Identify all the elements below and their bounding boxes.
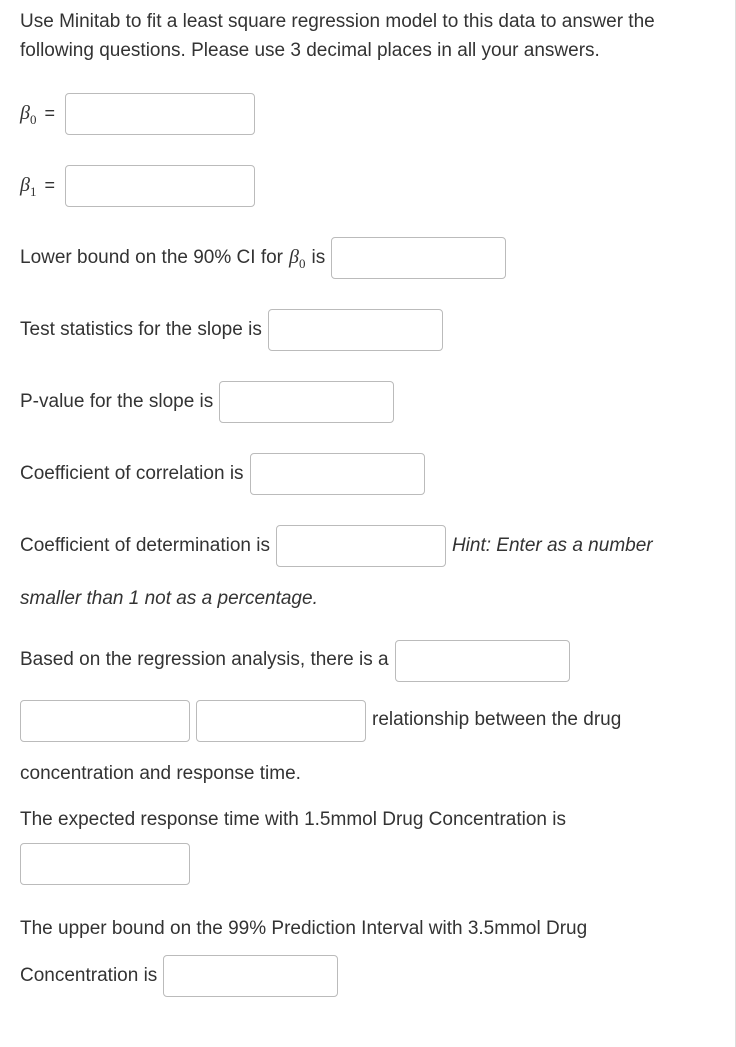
rel-mid: relationship between the drug xyxy=(372,706,621,735)
rel-input1[interactable] xyxy=(395,640,570,682)
rel-pre: Based on the regression analysis, there … xyxy=(20,646,389,675)
beta0-symbol: β0= xyxy=(20,98,59,130)
det-hint2: smaller than 1 not as a percentage. xyxy=(20,585,318,614)
rel-input2[interactable] xyxy=(20,700,190,742)
beta1-row: β1= xyxy=(20,165,715,207)
question-form: Use Minitab to fit a least square regres… xyxy=(0,0,736,1047)
upper-input[interactable] xyxy=(163,955,338,997)
expected-label: The expected response time with 1.5mmol … xyxy=(20,806,566,835)
det-input[interactable] xyxy=(276,525,446,567)
lowerbound-row: Lower bound on the 90% CI for β0 is xyxy=(20,237,715,279)
beta1-symbol: β1= xyxy=(20,170,59,202)
det-hint2-row: smaller than 1 not as a percentage. xyxy=(20,585,715,614)
rel-input3[interactable] xyxy=(196,700,366,742)
lowerbound-beta0: β0 xyxy=(289,242,305,274)
rel-post: concentration and response time. xyxy=(20,760,301,789)
det-hint: Hint: Enter as a number xyxy=(452,532,653,561)
upper-row1: The upper bound on the 99% Prediction In… xyxy=(20,915,715,944)
det-row: Coefficient of determination is Hint: En… xyxy=(20,525,715,567)
rel-row2: relationship between the drug xyxy=(20,700,715,742)
beta0-row: β0= xyxy=(20,93,715,135)
expected-input[interactable] xyxy=(20,843,190,885)
pvalue-label: P-value for the slope is xyxy=(20,388,213,417)
rel-row3: concentration and response time. xyxy=(20,760,715,789)
corr-label: Coefficient of correlation is xyxy=(20,460,244,489)
pvalue-row: P-value for the slope is xyxy=(20,381,715,423)
lowerbound-label-post: is xyxy=(311,244,325,273)
intro-text: Use Minitab to fit a least square regres… xyxy=(20,8,715,65)
teststat-label: Test statistics for the slope is xyxy=(20,316,262,345)
upper-pre: The upper bound on the 99% Prediction In… xyxy=(20,915,587,944)
upper-post: Concentration is xyxy=(20,962,157,991)
lowerbound-label-pre: Lower bound on the 90% CI for xyxy=(20,244,283,273)
teststat-input[interactable] xyxy=(268,309,443,351)
corr-input[interactable] xyxy=(250,453,425,495)
beta0-input[interactable] xyxy=(65,93,255,135)
rel-row1: Based on the regression analysis, there … xyxy=(20,640,715,682)
pvalue-input[interactable] xyxy=(219,381,394,423)
det-label: Coefficient of determination is xyxy=(20,532,270,561)
expected-input-row xyxy=(20,843,715,885)
teststat-row: Test statistics for the slope is xyxy=(20,309,715,351)
corr-row: Coefficient of correlation is xyxy=(20,453,715,495)
upper-row2: Concentration is xyxy=(20,955,715,997)
beta1-input[interactable] xyxy=(65,165,255,207)
lowerbound-input[interactable] xyxy=(331,237,506,279)
expected-row: The expected response time with 1.5mmol … xyxy=(20,806,715,835)
